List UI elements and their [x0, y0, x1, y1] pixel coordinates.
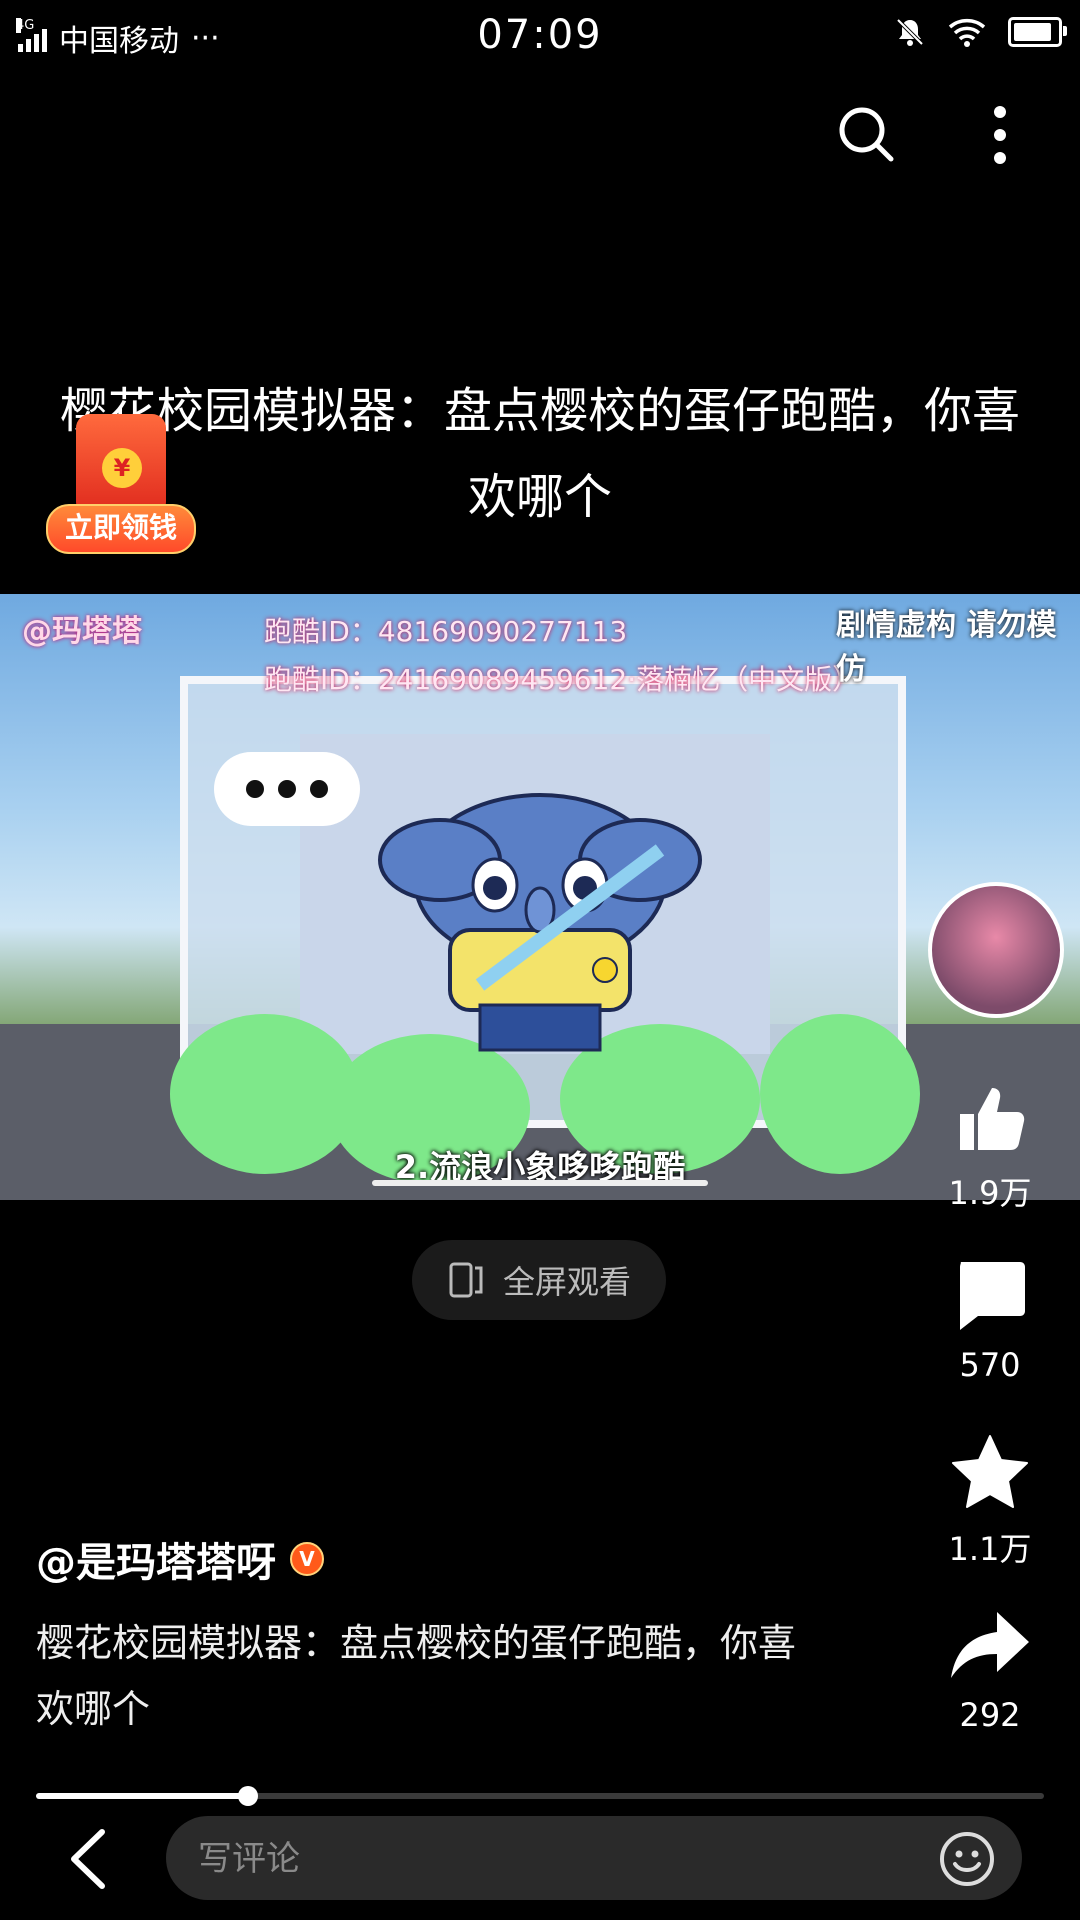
favorite-count: 1.1万: [948, 1530, 1032, 1568]
like-button[interactable]: 1.9万: [930, 1080, 1050, 1214]
favorite-button[interactable]: 1.1万: [930, 1432, 1050, 1570]
like-count: 1.9万: [948, 1174, 1032, 1212]
comment-count: 570: [959, 1346, 1021, 1384]
status-bar: 4G 中国移动 ··· 07:09: [0, 0, 1080, 76]
battery-icon: [1008, 17, 1067, 47]
parkour-id-1: 跑酷ID：48169090277113: [264, 615, 628, 648]
comment-bubble-icon: [960, 1262, 1025, 1330]
wifi-icon: [948, 19, 986, 47]
red-envelope-promo[interactable]: ¥ 立即领钱: [46, 414, 196, 556]
battery-level: [1014, 23, 1052, 41]
thought-cloud: [214, 752, 360, 826]
playback-progress-bar[interactable]: [36, 1786, 1044, 1806]
fullscreen-button[interactable]: 全屏观看: [412, 1240, 666, 1320]
verified-badge: V: [290, 1542, 324, 1576]
game-map-thumbnail: [928, 882, 1064, 1018]
back-icon[interactable]: [64, 1826, 114, 1892]
coin-icon: ¥: [102, 448, 142, 488]
star-icon: [952, 1435, 1028, 1508]
fiction-disclaimer: 剧情虚构 请勿模仿: [836, 608, 1057, 687]
claim-money-button[interactable]: 立即领钱: [46, 504, 196, 554]
blue-elephant-character: [378, 793, 702, 1052]
mute-bell-icon: [896, 18, 924, 46]
share-button[interactable]: 292: [930, 1608, 1050, 1734]
fullscreen-label: 全屏观看: [502, 1263, 631, 1301]
parkour-id-2: 跑酷ID：24169089459612·落楠忆（中文版）: [264, 663, 861, 696]
video-watermark: @玛塔塔: [22, 614, 142, 649]
share-arrow-icon: [951, 1612, 1029, 1678]
comment-button[interactable]: 570: [930, 1258, 1050, 1384]
search-icon[interactable]: [836, 104, 896, 164]
status-right: [894, 16, 1067, 48]
rotate-screen-icon: [449, 1262, 483, 1298]
comment-input[interactable]: [196, 1816, 900, 1902]
progress-played: [36, 1793, 248, 1799]
video-player[interactable]: @玛塔塔 跑酷ID：48169090277113 跑酷ID：2416908945…: [0, 594, 1080, 1200]
emoji-icon[interactable]: [938, 1830, 996, 1888]
author-row[interactable]: @是玛塔塔呀 V: [36, 1530, 324, 1588]
progress-handle[interactable]: [237, 1786, 258, 1806]
thumbs-up-icon: [960, 1088, 1025, 1150]
more-options-icon[interactable]: [980, 102, 1020, 168]
video-description: 樱花校园模拟器：盘点樱校的蛋仔跑酷，你喜欢哪个: [36, 1621, 797, 1731]
caption-underline: [372, 1180, 708, 1186]
comment-input-bar[interactable]: [166, 1816, 1022, 1902]
author-name[interactable]: @是玛塔塔呀: [36, 1530, 276, 1588]
share-count: 292: [959, 1696, 1021, 1734]
